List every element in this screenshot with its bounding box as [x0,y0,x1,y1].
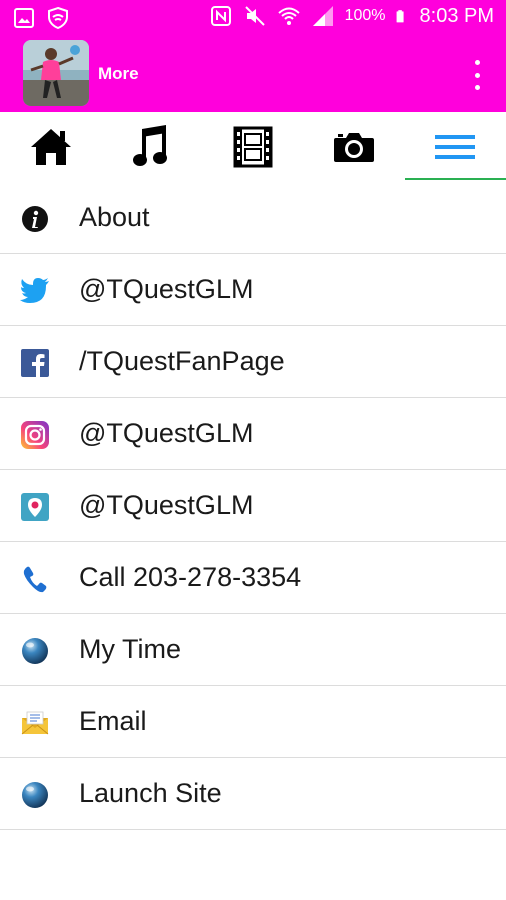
list-item-label: @TQuestGLM [79,418,254,448]
list-item-label: Email [79,706,147,736]
globe-icon [22,782,48,808]
menu-icon [435,135,476,159]
list-item-instagram[interactable]: @TQuestGLM [0,398,506,470]
list-item-label: @TQuestGLM [79,274,254,304]
tab-music[interactable] [101,112,202,182]
phone-icon [23,566,47,593]
tab-photo[interactable] [304,112,405,182]
globe-icon [22,638,48,664]
list-item-label: Call 203-278-3354 [79,562,302,592]
tab-bar [0,112,506,182]
nfc-icon [210,6,231,26]
list-item-label: /TQuestFanPage [79,346,285,376]
avatar[interactable] [23,40,89,106]
signal-icon [312,6,333,26]
app-bar: More [0,36,506,112]
battery-icon [396,10,404,23]
list-item-about[interactable]: About [0,182,506,254]
mute-icon [244,6,265,26]
camera-icon [334,133,375,162]
list-item-facebook[interactable]: /TQuestFanPage [0,326,506,398]
info-icon [22,206,48,232]
list-item-label: My Time [79,634,182,664]
periscope-icon [21,493,49,521]
status-bar: 100% 8:03 PM [0,0,506,36]
more-menu-list: About @TQuestGLM /TQuestFanPage @TQuestG… [0,182,506,830]
film-icon [233,126,273,168]
facebook-icon [21,349,49,377]
clock: 8:03 PM [419,4,494,27]
tab-home[interactable] [0,112,101,182]
overflow-menu-icon[interactable] [472,60,482,90]
music-note-icon [132,125,167,166]
list-item-call[interactable]: Call 203-278-3354 [0,542,506,614]
list-item-label: @TQuestGLM [79,490,254,520]
list-item-twitter[interactable]: @TQuestGLM [0,254,506,326]
page-title: More [98,64,139,83]
tab-video[interactable] [202,112,303,182]
shield-wifi-icon [48,6,68,30]
battery-percent: 100% [344,7,386,24]
list-item-periscope[interactable]: @TQuestGLM [0,470,506,542]
envelope-icon [21,711,49,735]
twitter-icon [20,278,49,303]
home-icon [30,129,71,165]
list-item-launch-site[interactable]: Launch Site [0,758,506,830]
list-item-label: Launch Site [79,778,222,808]
list-item-my-time[interactable]: My Time [0,614,506,686]
gallery-notification-icon [14,8,34,28]
list-item-email[interactable]: Email [0,686,506,758]
instagram-icon [21,421,49,449]
wifi-icon [277,7,300,25]
tab-more[interactable] [404,112,506,182]
list-item-label: About [79,202,150,232]
